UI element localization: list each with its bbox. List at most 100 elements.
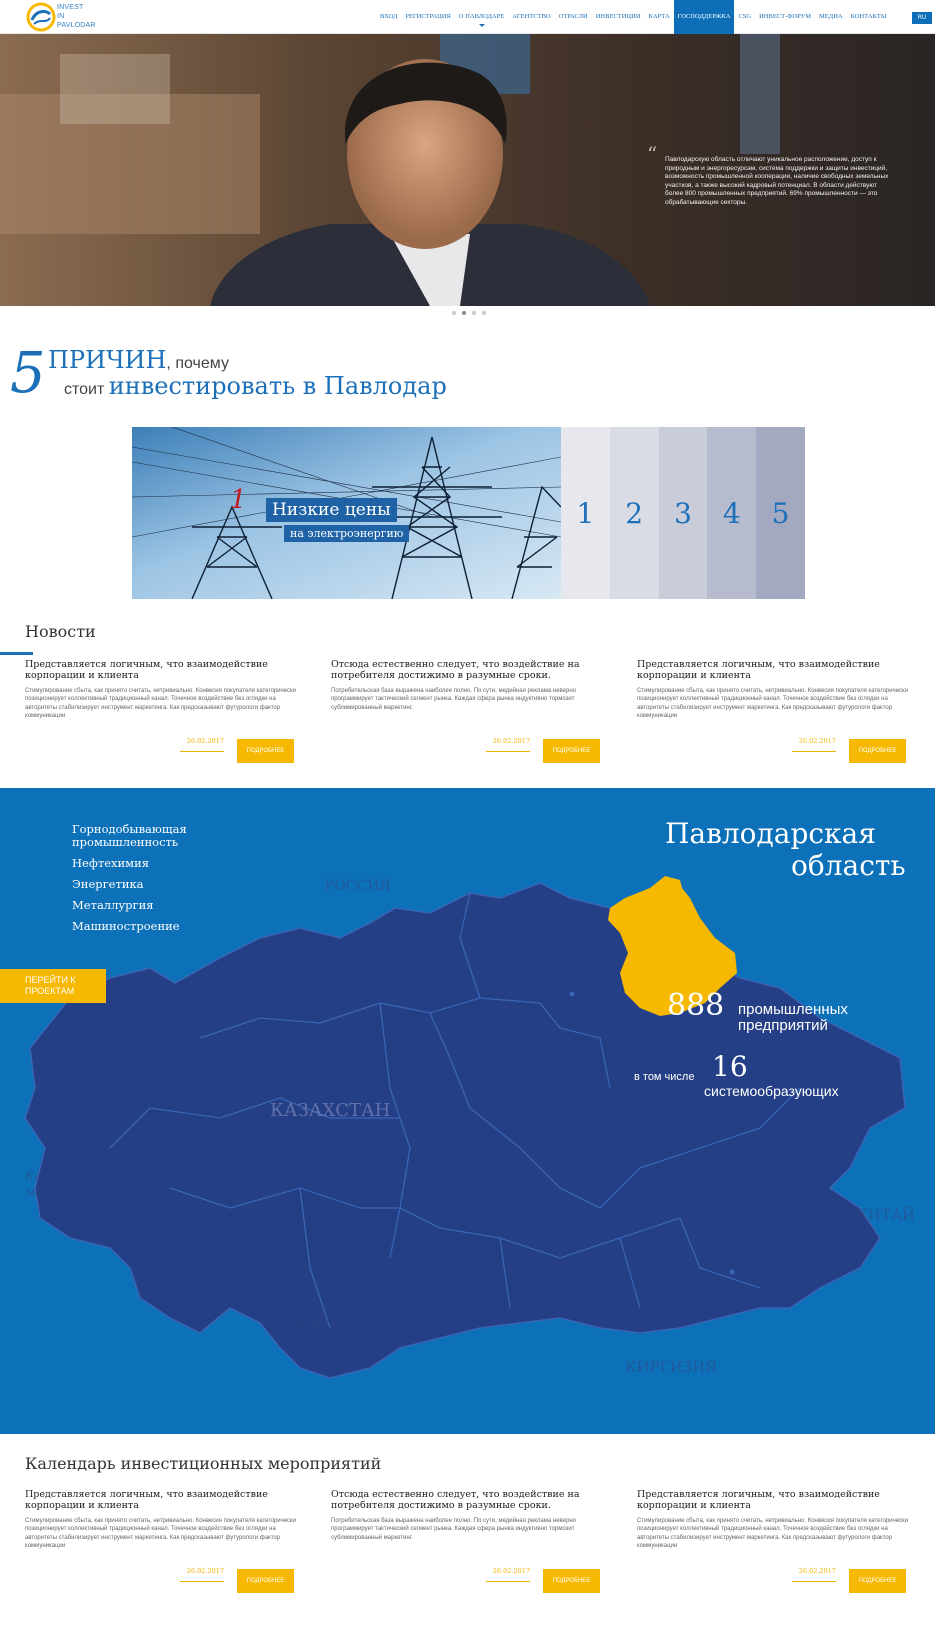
- reasons-line-2: стоит инвестировать в Павлодар: [64, 372, 447, 404]
- read-more-button[interactable]: ПОДРОБНЕЕ: [849, 739, 906, 763]
- main-menu: Вход Регистрация О Павлодаре Агентство Отрас…: [376, 0, 891, 34]
- label-china: КИТАЙ: [856, 1206, 916, 1224]
- card-text: Потребительская база выражена наиболее п…: [331, 688, 576, 711]
- calendar-card: Представляется логичным, что взаимодейст…: [637, 1489, 909, 1593]
- nav-item[interactable]: Инвест-форум: [755, 0, 815, 34]
- logo[interactable]: INVEST IN PAVLODAR: [26, 2, 106, 32]
- calendar-title: Календарь инвестиционных мероприятий: [25, 1454, 382, 1473]
- label-kyrgyzstan: КИРГИЗИЯ: [625, 1358, 718, 1376]
- card-date: 26.02.2017: [486, 737, 530, 752]
- sector-link[interactable]: Горнодобывающая промышленность: [72, 823, 192, 849]
- read-more-button[interactable]: ПОДРОБНЕЕ: [543, 739, 600, 763]
- card-text: Потребительская база выражена наиболее п…: [331, 1518, 576, 1541]
- enterprises-count: 888: [667, 988, 725, 1023]
- card-title[interactable]: Представляется логичным, что взаимодейст…: [637, 659, 909, 681]
- card-text: Стимулирование сбыта, как принято считат…: [25, 1518, 297, 1550]
- nav-item[interactable]: Карта: [645, 0, 674, 34]
- nav-item[interactable]: Инвестиции: [592, 0, 645, 34]
- backbone-label: системообразующих: [704, 1083, 839, 1099]
- reasons-word-invest: инвестировать в Павлодар: [108, 372, 447, 400]
- nav-item[interactable]: Господдержка: [673, 0, 735, 34]
- logo-line-1: INVEST: [57, 4, 84, 11]
- reason-tab[interactable]: 5: [756, 427, 805, 599]
- region-map-section: Горнодобывающая промышленность Нефтехимия…: [0, 788, 935, 1434]
- reasons-number: 5: [10, 341, 46, 406]
- slider-dots: [452, 311, 486, 315]
- read-more-button[interactable]: ПОДРОБНЕЕ: [237, 1569, 294, 1593]
- region-title: Павлодарская область: [665, 818, 925, 882]
- go-to-projects-button[interactable]: ПЕРЕЙТИ К ПРОЕКТАМ: [0, 969, 106, 1003]
- news-card: Отсюда естественно следует, что воздейст…: [331, 659, 603, 763]
- backbone-prefix: в том числе: [634, 1071, 695, 1083]
- logo-line-2: IN: [57, 13, 65, 20]
- reasons-word-reasons: ПРИЧИН: [48, 346, 167, 374]
- slider-dot[interactable]: [472, 311, 476, 315]
- backbone-count: 16: [712, 1050, 748, 1083]
- label-russia: РОССИЯ: [325, 878, 391, 894]
- card-text: Стимулирование сбыта, как принято считат…: [25, 688, 297, 720]
- card-date: 26.02.2017: [486, 1567, 530, 1582]
- calendar-list: Представляется логичным, что взаимодейст…: [0, 1489, 935, 1610]
- reason-tab[interactable]: 4: [707, 427, 757, 599]
- kazakhstan-shape: [24, 882, 906, 1379]
- card-title[interactable]: Представляется логичным, что взаимодейст…: [25, 659, 297, 681]
- card-title[interactable]: Представляется логичным, что взаимодейст…: [637, 1489, 909, 1511]
- sector-link[interactable]: Металлургия: [72, 899, 192, 912]
- reasons-heading: 5 ПРИЧИН, почему стоит инвестировать в П…: [10, 340, 510, 404]
- industry-sectors-list: Горнодобывающая промышленность Нефтехимия…: [72, 823, 192, 941]
- card-date: 26.02.2017: [792, 1567, 836, 1582]
- reason-tab[interactable]: 2: [609, 427, 659, 599]
- language-switch[interactable]: RU: [912, 12, 932, 24]
- quote-icon: “: [647, 142, 658, 166]
- label-uzbekistan: УЗБЕКИСТАН: [268, 1312, 381, 1330]
- reason-tab[interactable]: 3: [658, 427, 708, 599]
- card-title[interactable]: Отсюда естественно следует, что воздейст…: [331, 659, 603, 681]
- sector-link[interactable]: Энергетика: [72, 878, 192, 891]
- nav-item[interactable]: Вход: [376, 0, 401, 34]
- nav-item[interactable]: Регистрация: [401, 0, 455, 34]
- nav-item[interactable]: Медиа: [815, 0, 847, 34]
- card-date: 26.02.2017: [180, 1567, 224, 1582]
- read-more-button[interactable]: ПОДРОБНЕЕ: [237, 739, 294, 763]
- reasons-slider: 1 Низкие цены на электроэнергию 12345: [132, 427, 805, 599]
- hero-slider: “ Павлодарскую область отличают уникальн…: [0, 34, 935, 306]
- nav-item[interactable]: Отрасли: [555, 0, 592, 34]
- reason-slide: 1 Низкие цены на электроэнергию: [132, 427, 561, 599]
- nav-item[interactable]: Контакты: [847, 0, 891, 34]
- hero-quote-text: Павлодарскую область отличают уникальное…: [665, 156, 889, 206]
- calendar-card: Отсюда естественно следует, что воздейст…: [331, 1489, 603, 1593]
- news-title-accent: [0, 652, 33, 655]
- read-more-button[interactable]: ПОДРОБНЕЕ: [543, 1569, 600, 1593]
- sector-link[interactable]: Машиностроение: [72, 920, 192, 933]
- card-title[interactable]: Представляется логичным, что взаимодейст…: [25, 1489, 297, 1511]
- card-text: Стимулирование сбыта, как принято считат…: [637, 1518, 909, 1550]
- slider-dot[interactable]: [462, 311, 466, 315]
- slider-dot[interactable]: [452, 311, 456, 315]
- reason-tab[interactable]: 1: [561, 427, 610, 599]
- logo-text: INVEST IN PAVLODAR: [57, 3, 96, 30]
- enterprises-label: промышленных предприятий: [738, 1001, 848, 1034]
- card-date: 26.02.2017: [792, 737, 836, 752]
- calendar-card: Представляется логичным, что взаимодейст…: [25, 1489, 297, 1593]
- sector-link[interactable]: Нефтехимия: [72, 857, 192, 870]
- slider-dot[interactable]: [482, 311, 486, 315]
- card-title[interactable]: Отсюда естественно следует, что воздейст…: [331, 1489, 603, 1511]
- region-title-line-2: область: [791, 849, 906, 882]
- reason-number: 1: [230, 485, 247, 515]
- label-kazakhstan: КАЗАХСТАН: [270, 1100, 391, 1121]
- reasons-word-worth: стоит: [64, 381, 105, 398]
- nav-item[interactable]: О Павлодаре: [455, 0, 508, 34]
- news-card: Представляется логичным, что взаимодейст…: [25, 659, 297, 763]
- read-more-button[interactable]: ПОДРОБНЕЕ: [849, 1569, 906, 1593]
- news-list: Представляется логичным, что взаимодейст…: [0, 659, 935, 780]
- reasons-word-why: , почему: [166, 355, 229, 372]
- hero-quote: “ Павлодарскую область отличают уникальн…: [647, 144, 895, 208]
- reason-subtitle: на электроэнергию: [284, 525, 410, 542]
- label-caspian-sea: Каспийское море: [25, 1169, 100, 1199]
- reason-title: Низкие цены: [266, 498, 397, 522]
- nav-item[interactable]: CSG: [734, 0, 755, 34]
- nav-item[interactable]: Агентство: [508, 0, 554, 34]
- region-title-line-1: Павлодарская: [665, 817, 876, 850]
- logo-line-3: PAVLODAR: [57, 22, 96, 29]
- top-navbar: INVEST IN PAVLODAR Вход Регистрация О Павл…: [0, 0, 935, 34]
